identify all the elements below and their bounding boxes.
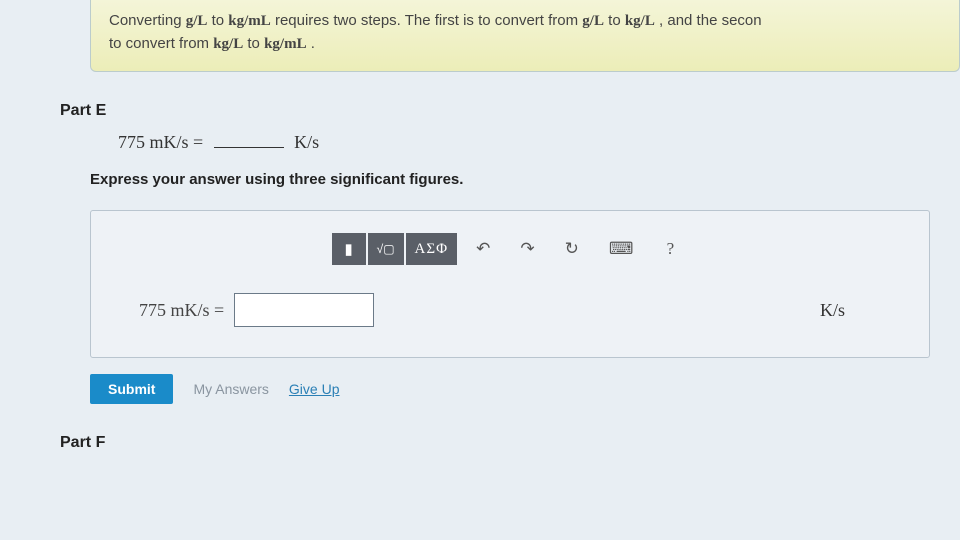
answer-row: 775 mK/s = K/s bbox=[139, 293, 905, 327]
undo-button[interactable]: ↶ bbox=[465, 233, 501, 265]
hint-unit: kg/L bbox=[625, 13, 655, 29]
hint-unit: kg/mL bbox=[264, 36, 307, 52]
hint-text: . bbox=[311, 35, 315, 52]
answer-input[interactable] bbox=[234, 293, 374, 327]
keyboard-button[interactable]: ⌨ bbox=[598, 233, 645, 265]
answer-left-label: 775 mK/s = bbox=[139, 300, 224, 321]
hint-unit: g/L bbox=[186, 13, 208, 29]
eq-left: 775 mK/s = bbox=[118, 132, 203, 152]
hint-text: , and the secon bbox=[659, 12, 762, 29]
give-up-link[interactable]: Give Up bbox=[289, 381, 340, 397]
hint-text: to convert from bbox=[109, 35, 213, 52]
action-buttons: Submit My Answers Give Up bbox=[90, 374, 960, 404]
blank-underline bbox=[214, 147, 284, 148]
hint-unit: g/L bbox=[582, 13, 604, 29]
hint-text: requires two steps. The first is to conv… bbox=[275, 12, 582, 29]
equation-toolbar: ▮ √▢ ΑΣΦ ↶ ↷ ↻ ⌨ ? bbox=[115, 233, 905, 265]
hint-box: Converting g/L to kg/mL requires two ste… bbox=[90, 0, 960, 72]
hint-unit: kg/L bbox=[213, 36, 243, 52]
redo-button[interactable]: ↷ bbox=[509, 233, 545, 265]
hint-unit: kg/mL bbox=[228, 13, 271, 29]
part-f-label: Part F bbox=[60, 434, 960, 452]
answer-box: ▮ √▢ ΑΣΦ ↶ ↷ ↻ ⌨ ? 775 mK/s = K/s bbox=[90, 210, 930, 358]
my-answers-link[interactable]: My Answers bbox=[193, 381, 268, 397]
fraction-button[interactable]: √▢ bbox=[368, 233, 404, 265]
templates-button[interactable]: ▮ bbox=[332, 233, 366, 265]
hint-text: to bbox=[247, 35, 264, 52]
reset-button[interactable]: ↻ bbox=[554, 233, 590, 265]
help-button[interactable]: ? bbox=[652, 233, 688, 265]
greek-button[interactable]: ΑΣΦ bbox=[406, 233, 458, 265]
part-e-label: Part E bbox=[60, 102, 960, 120]
instruction-text: Express your answer using three signific… bbox=[90, 171, 960, 188]
hint-text: to bbox=[608, 12, 625, 29]
eq-right: K/s bbox=[294, 132, 319, 152]
hint-text: Converting bbox=[109, 12, 186, 29]
question-equation: 775 mK/s = K/s bbox=[118, 132, 960, 153]
answer-right-label: K/s bbox=[820, 300, 845, 321]
submit-button[interactable]: Submit bbox=[90, 374, 173, 404]
hint-text: to bbox=[212, 12, 229, 29]
